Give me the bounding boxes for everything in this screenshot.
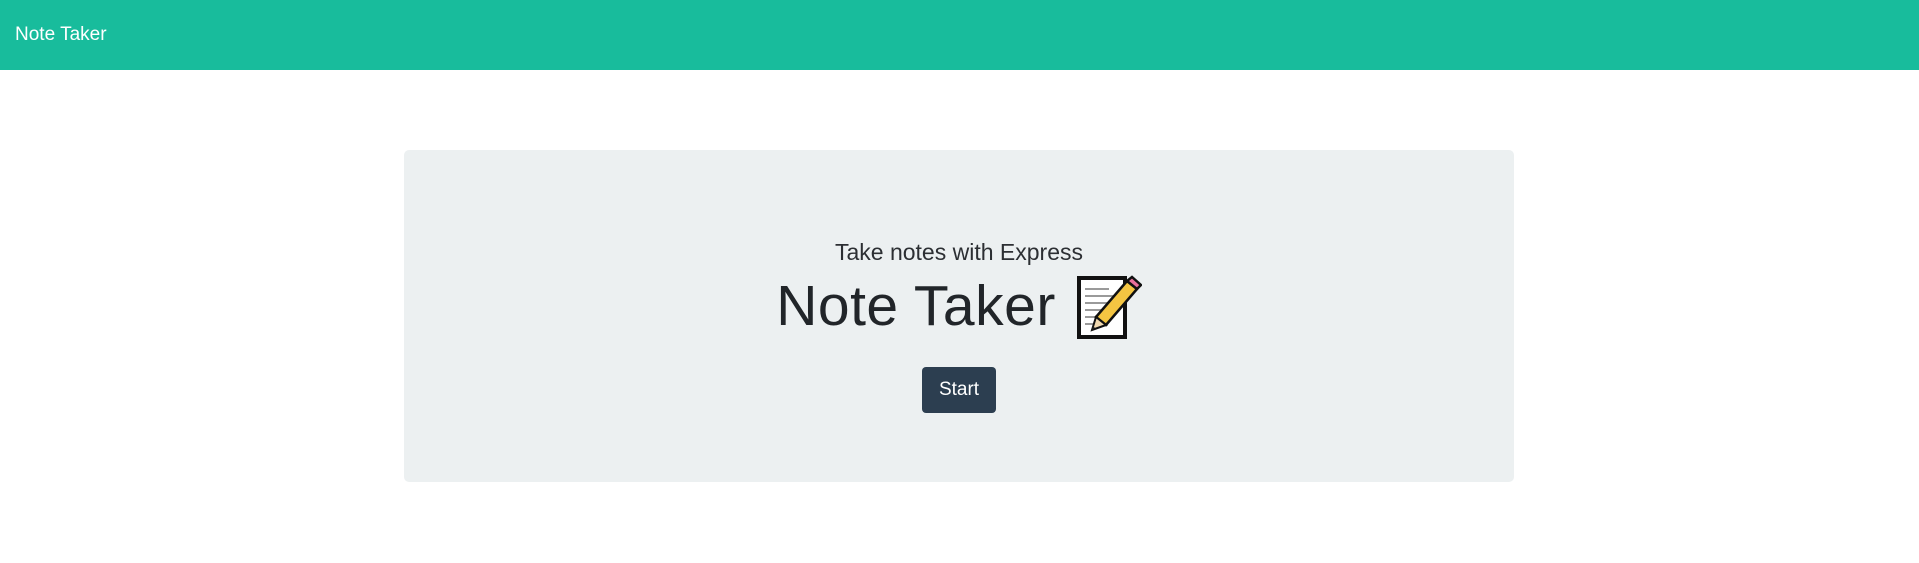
navbar-brand[interactable]: Note Taker — [15, 24, 107, 46]
hero-subtitle: Take notes with Express — [834, 239, 1083, 265]
hero-title: Note Taker — [776, 274, 1056, 338]
memo-icon — [1074, 275, 1143, 341]
hero-title-row: Note Taker — [776, 272, 1143, 341]
navbar: Note Taker — [0, 0, 1919, 70]
hero-jumbotron: Take notes with Express Note Taker Start — [404, 150, 1514, 482]
start-button[interactable]: Start — [921, 367, 997, 413]
